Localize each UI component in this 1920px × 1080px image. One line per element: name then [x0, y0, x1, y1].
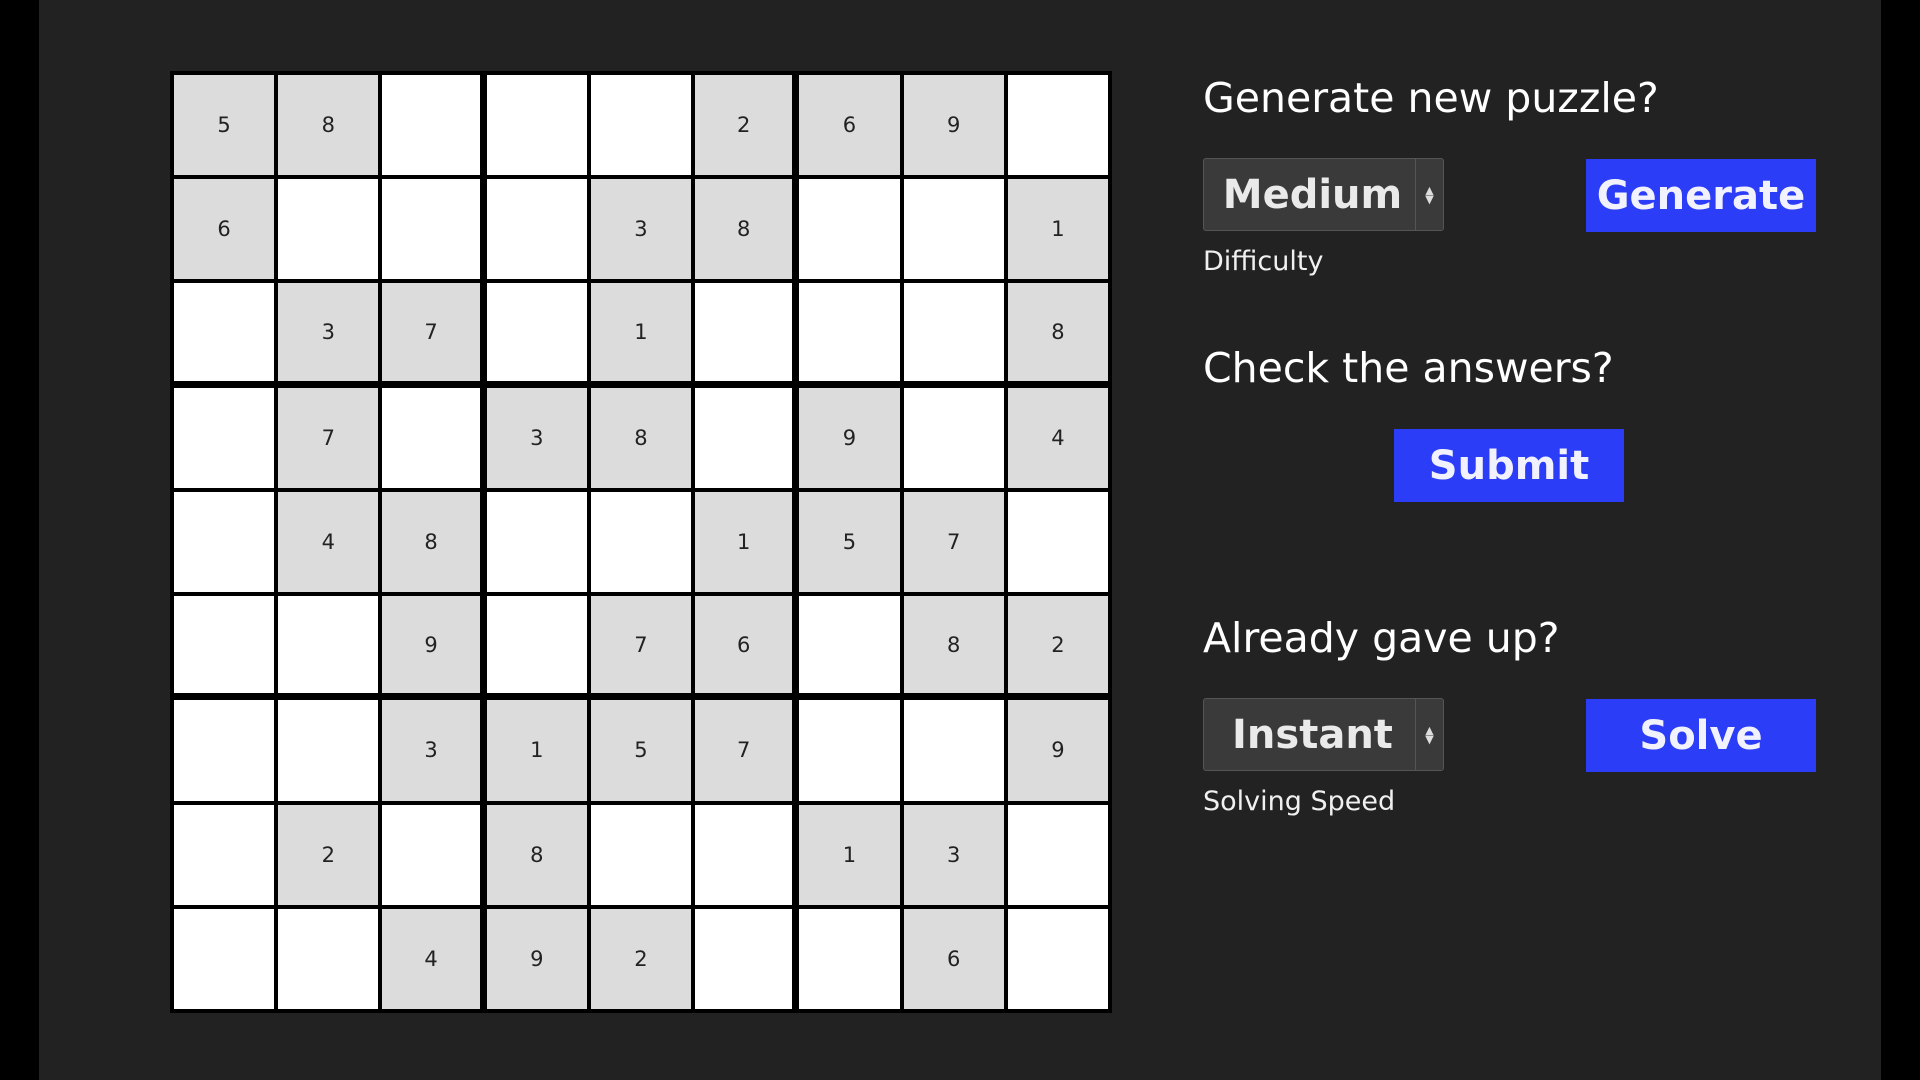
sudoku-cell[interactable]: [382, 179, 480, 280]
solve-button[interactable]: Solve: [1586, 699, 1816, 772]
sudoku-cell[interactable]: [695, 908, 793, 1009]
sudoku-cell: 7: [278, 387, 379, 488]
sudoku-cell: 1: [799, 804, 900, 905]
sudoku-cell: 2: [1007, 596, 1108, 694]
generate-button[interactable]: Generate: [1586, 159, 1816, 232]
sudoku-cell: 1: [486, 700, 587, 801]
sudoku-cell[interactable]: [486, 75, 587, 176]
sudoku-board: 5826963813718738944815797682315792813492…: [170, 71, 1112, 1013]
sudoku-cell: 1: [695, 491, 793, 593]
sudoku-cell: 9: [486, 908, 587, 1009]
sudoku-cell[interactable]: [174, 387, 275, 488]
sudoku-cell[interactable]: [1007, 491, 1108, 593]
sudoku-cell: 3: [486, 387, 587, 488]
updown-arrows-icon: ▲ ▼: [1415, 159, 1443, 230]
sudoku-cell[interactable]: [382, 804, 480, 905]
sudoku-cell[interactable]: [174, 596, 275, 694]
difficulty-select-value: Medium: [1222, 171, 1403, 218]
sudoku-cell: 9: [1007, 700, 1108, 801]
sudoku-cell: 3: [278, 283, 379, 381]
sudoku-cell[interactable]: [799, 179, 900, 280]
sudoku-cell[interactable]: [799, 700, 900, 801]
sudoku-cell[interactable]: [174, 283, 275, 381]
sudoku-cell: 6: [799, 75, 900, 176]
sudoku-cell: 9: [382, 596, 480, 694]
control-panel: Generate new puzzle? Medium ▲ ▼ Difficult…: [1203, 0, 1863, 1080]
sudoku-cell: 6: [695, 596, 793, 694]
sudoku-cell: 3: [382, 700, 480, 801]
solving-speed-label: Solving Speed: [1203, 786, 1396, 817]
sudoku-cell: 7: [382, 283, 480, 381]
check-heading: Check the answers?: [1203, 344, 1614, 392]
sudoku-cell[interactable]: [1007, 75, 1108, 176]
updown-arrows-icon: ▲ ▼: [1415, 699, 1443, 770]
generate-heading: Generate new puzzle?: [1203, 74, 1659, 122]
sudoku-cell: 1: [1007, 179, 1108, 280]
sudoku-cell[interactable]: [486, 491, 587, 593]
sudoku-cell: 8: [278, 75, 379, 176]
solve-heading: Already gave up?: [1203, 614, 1560, 662]
sudoku-cell[interactable]: [382, 75, 480, 176]
solving-speed-select-value: Instant: [1232, 711, 1393, 758]
sudoku-cell[interactable]: [486, 283, 587, 381]
sudoku-cell[interactable]: [174, 700, 275, 801]
sudoku-cell[interactable]: [903, 179, 1004, 280]
sudoku-cell: 2: [590, 908, 692, 1009]
sudoku-cell: 8: [382, 491, 480, 593]
sudoku-cell: 3: [590, 179, 692, 280]
sudoku-cell: 2: [278, 804, 379, 905]
sudoku-cell[interactable]: [1007, 804, 1108, 905]
sudoku-cell[interactable]: [278, 596, 379, 694]
sudoku-cell: 8: [486, 804, 587, 905]
sudoku-cell: 5: [590, 700, 692, 801]
sudoku-cell[interactable]: [695, 804, 793, 905]
sudoku-cell: 7: [590, 596, 692, 694]
sudoku-cell: 6: [174, 179, 275, 280]
sudoku-cell[interactable]: [382, 387, 480, 488]
sudoku-cell: 5: [174, 75, 275, 176]
sudoku-cell: 2: [695, 75, 793, 176]
sudoku-cell[interactable]: [590, 75, 692, 176]
sudoku-cell[interactable]: [174, 491, 275, 593]
sudoku-cell[interactable]: [799, 283, 900, 381]
submit-button[interactable]: Submit: [1394, 429, 1624, 502]
sudoku-cell: 7: [695, 700, 793, 801]
sudoku-cell[interactable]: [278, 700, 379, 801]
sudoku-cell[interactable]: [903, 700, 1004, 801]
sudoku-cell: 6: [903, 908, 1004, 1009]
sudoku-cell[interactable]: [799, 596, 900, 694]
sudoku-cell: 7: [903, 491, 1004, 593]
difficulty-select[interactable]: Medium ▲ ▼: [1203, 158, 1444, 231]
sudoku-cell: 8: [903, 596, 1004, 694]
sudoku-cell: 4: [382, 908, 480, 1009]
sudoku-cell: 8: [590, 387, 692, 488]
sudoku-cell[interactable]: [903, 283, 1004, 381]
sudoku-cell: 9: [799, 387, 900, 488]
sudoku-cell[interactable]: [1007, 908, 1108, 1009]
sudoku-cell[interactable]: [903, 387, 1004, 488]
difficulty-label: Difficulty: [1203, 246, 1324, 277]
sudoku-cell: 5: [799, 491, 900, 593]
sudoku-cell[interactable]: [486, 596, 587, 694]
sudoku-cell[interactable]: [695, 283, 793, 381]
sudoku-cell: 4: [278, 491, 379, 593]
sudoku-cell: 4: [1007, 387, 1108, 488]
solving-speed-select[interactable]: Instant ▲ ▼: [1203, 698, 1444, 771]
sudoku-cell[interactable]: [695, 387, 793, 488]
sudoku-cell: 9: [903, 75, 1004, 176]
sudoku-cell[interactable]: [590, 804, 692, 905]
sudoku-cell: 8: [1007, 283, 1108, 381]
sudoku-cell[interactable]: [486, 179, 587, 280]
sudoku-cell[interactable]: [590, 491, 692, 593]
sudoku-cell[interactable]: [278, 908, 379, 1009]
sudoku-cell[interactable]: [174, 804, 275, 905]
sudoku-cell[interactable]: [174, 908, 275, 1009]
sudoku-cell[interactable]: [278, 179, 379, 280]
sudoku-cell[interactable]: [799, 908, 900, 1009]
app-window: 5826963813718738944815797682315792813492…: [39, 0, 1881, 1080]
sudoku-cell: 8: [695, 179, 793, 280]
sudoku-cell: 1: [590, 283, 692, 381]
sudoku-cell: 3: [903, 804, 1004, 905]
